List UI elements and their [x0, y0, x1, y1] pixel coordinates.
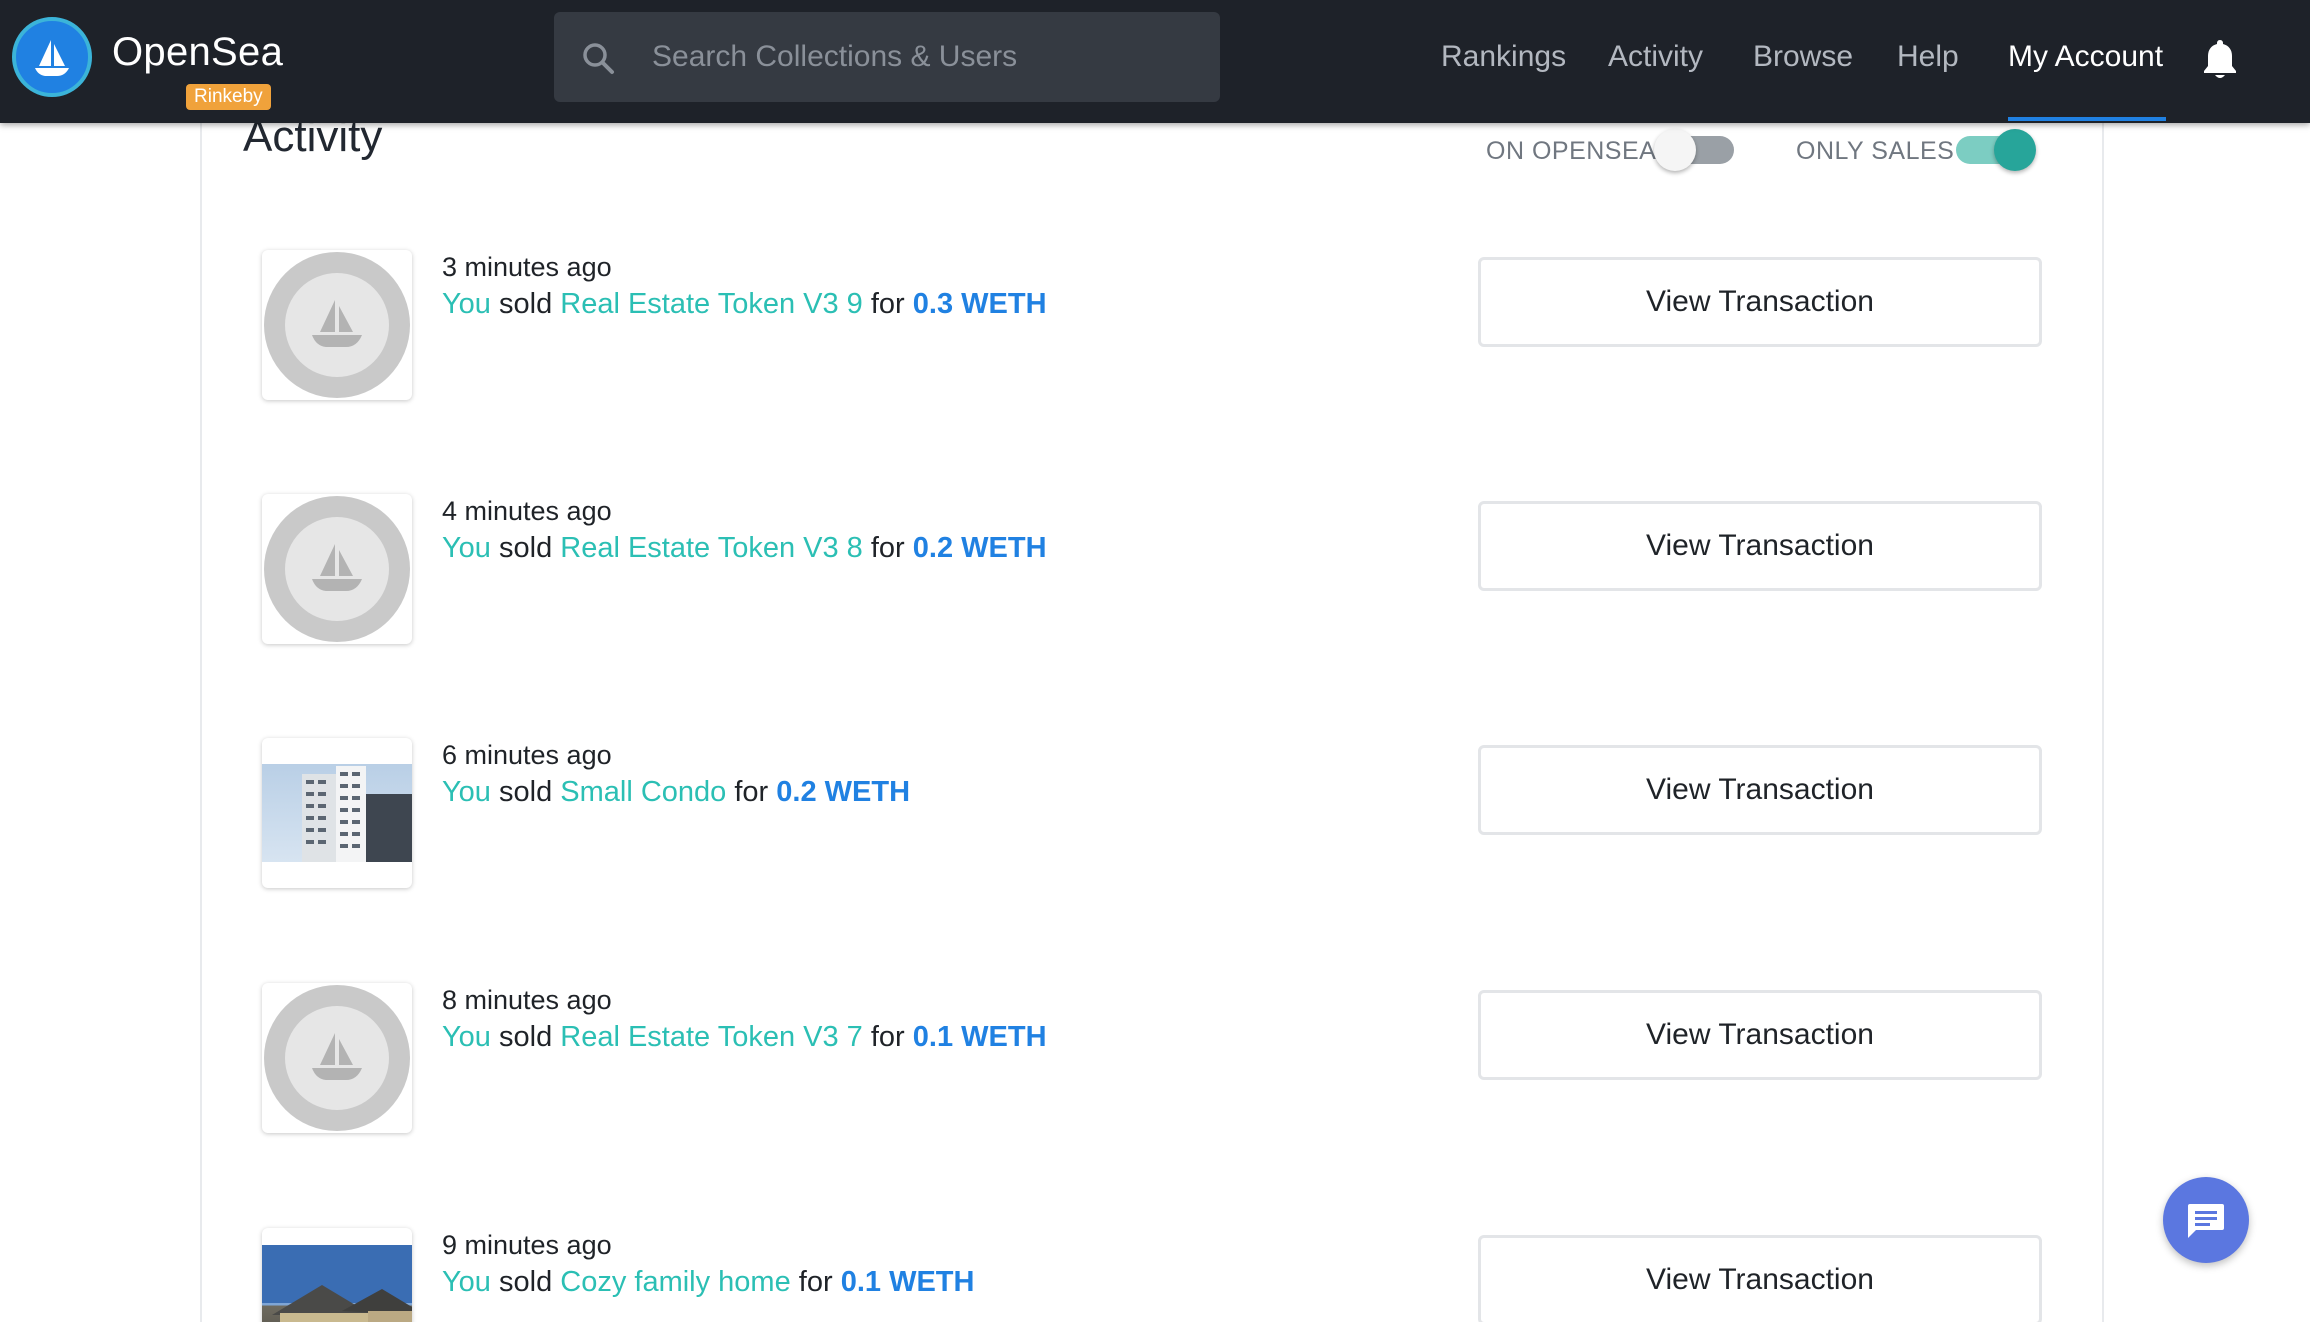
- activity-description: You sold Small Condo for 0.2 WETH: [442, 776, 910, 809]
- activity-verb: sold: [499, 1266, 553, 1298]
- network-badge: Rinkeby: [186, 84, 271, 110]
- item-thumbnail[interactable]: [262, 494, 412, 644]
- opensea-logo-icon[interactable]: [12, 17, 92, 97]
- activity-row: 3 minutes ago You sold Real Estate Token…: [262, 250, 2042, 410]
- item-thumbnail[interactable]: [262, 1228, 412, 1322]
- sale-price: 0.2 WETH: [912, 532, 1047, 564]
- activity-description: You sold Cozy family home for 0.1 WETH: [442, 1266, 974, 1299]
- toggle-knob: [1994, 129, 2036, 171]
- item-thumbnail[interactable]: [262, 738, 412, 888]
- activity-row: 4 minutes ago You sold Real Estate Token…: [262, 494, 2042, 654]
- item-link[interactable]: Real Estate Token V3 8: [560, 532, 863, 564]
- active-nav-indicator: [2008, 117, 2166, 121]
- activity-for: for: [734, 776, 769, 808]
- activity-verb: sold: [499, 1021, 553, 1053]
- sale-price: 0.3 WETH: [912, 288, 1047, 320]
- toggle-knob: [1654, 129, 1696, 171]
- search-input[interactable]: [652, 12, 1192, 102]
- nav-help[interactable]: Help: [1897, 40, 1959, 74]
- ship-placeholder-icon: [264, 252, 410, 398]
- item-link[interactable]: Cozy family home: [560, 1266, 790, 1298]
- search-icon: [583, 43, 614, 74]
- nav-my-account[interactable]: My Account: [2008, 40, 2163, 74]
- item-thumbnail[interactable]: [262, 250, 412, 400]
- chat-button[interactable]: [2163, 1177, 2249, 1263]
- ship-placeholder-icon: [264, 496, 410, 642]
- activity-time: 3 minutes ago: [442, 252, 612, 282]
- item-link[interactable]: Real Estate Token V3 7: [560, 1021, 863, 1053]
- activity-for: for: [870, 1021, 905, 1053]
- chat-icon: [2188, 1204, 2224, 1238]
- item-link[interactable]: Small Condo: [560, 776, 726, 808]
- condo-photo: [262, 764, 412, 862]
- view-transaction-button[interactable]: View Transaction: [1478, 501, 2042, 591]
- on-opensea-toggle[interactable]: [1654, 129, 1734, 171]
- sale-price: 0.1 WETH: [912, 1021, 1047, 1053]
- activity-description: You sold Real Estate Token V3 9 for 0.3 …: [442, 288, 1047, 321]
- activity-verb: sold: [499, 532, 553, 564]
- only-sales-toggle[interactable]: [1956, 129, 2036, 171]
- actor-link[interactable]: You: [442, 288, 491, 320]
- activity-time: 8 minutes ago: [442, 985, 612, 1015]
- activity-row: 8 minutes ago You sold Real Estate Token…: [262, 983, 2042, 1143]
- search-bar[interactable]: [554, 12, 1220, 102]
- activity-for: for: [870, 288, 905, 320]
- activity-row: 9 minutes ago You sold Cozy family home …: [262, 1228, 2042, 1322]
- view-transaction-button[interactable]: View Transaction: [1478, 990, 2042, 1080]
- house-photo: [262, 1245, 412, 1322]
- view-transaction-button[interactable]: View Transaction: [1478, 1235, 2042, 1322]
- item-link[interactable]: Real Estate Token V3 9: [560, 288, 863, 320]
- activity-verb: sold: [499, 776, 553, 808]
- view-transaction-button[interactable]: View Transaction: [1478, 745, 2042, 835]
- activity-description: You sold Real Estate Token V3 7 for 0.1 …: [442, 1021, 1047, 1054]
- sale-price: 0.1 WETH: [840, 1266, 975, 1298]
- sale-price: 0.2 WETH: [776, 776, 911, 808]
- actor-link[interactable]: You: [442, 776, 491, 808]
- ship-placeholder-icon: [264, 985, 410, 1131]
- brand-name[interactable]: OpenSea: [112, 30, 283, 75]
- nav-rankings[interactable]: Rankings: [1441, 40, 1566, 74]
- activity-time: 6 minutes ago: [442, 740, 612, 770]
- activity-time: 4 minutes ago: [442, 496, 612, 526]
- item-thumbnail[interactable]: [262, 983, 412, 1133]
- activity-row: 6 minutes ago You sold Small Condo for 0…: [262, 738, 2042, 898]
- activity-time: 9 minutes ago: [442, 1230, 612, 1260]
- activity-for: for: [870, 532, 905, 564]
- actor-link[interactable]: You: [442, 532, 491, 564]
- filter-label-only-sales: ONLY SALES: [1796, 137, 1955, 165]
- top-navigation-bar: OpenSea Rinkeby Rankings Activity Browse…: [0, 0, 2310, 123]
- filter-label-on-opensea: ON OPENSEA: [1486, 137, 1657, 165]
- actor-link[interactable]: You: [442, 1021, 491, 1053]
- nav-browse[interactable]: Browse: [1753, 40, 1853, 74]
- activity-description: You sold Real Estate Token V3 8 for 0.2 …: [442, 532, 1047, 565]
- nav-activity[interactable]: Activity: [1608, 40, 1703, 74]
- view-transaction-button[interactable]: View Transaction: [1478, 257, 2042, 347]
- actor-link[interactable]: You: [442, 1266, 491, 1298]
- activity-for: for: [798, 1266, 833, 1298]
- notification-bell-icon[interactable]: [2202, 38, 2238, 80]
- activity-verb: sold: [499, 288, 553, 320]
